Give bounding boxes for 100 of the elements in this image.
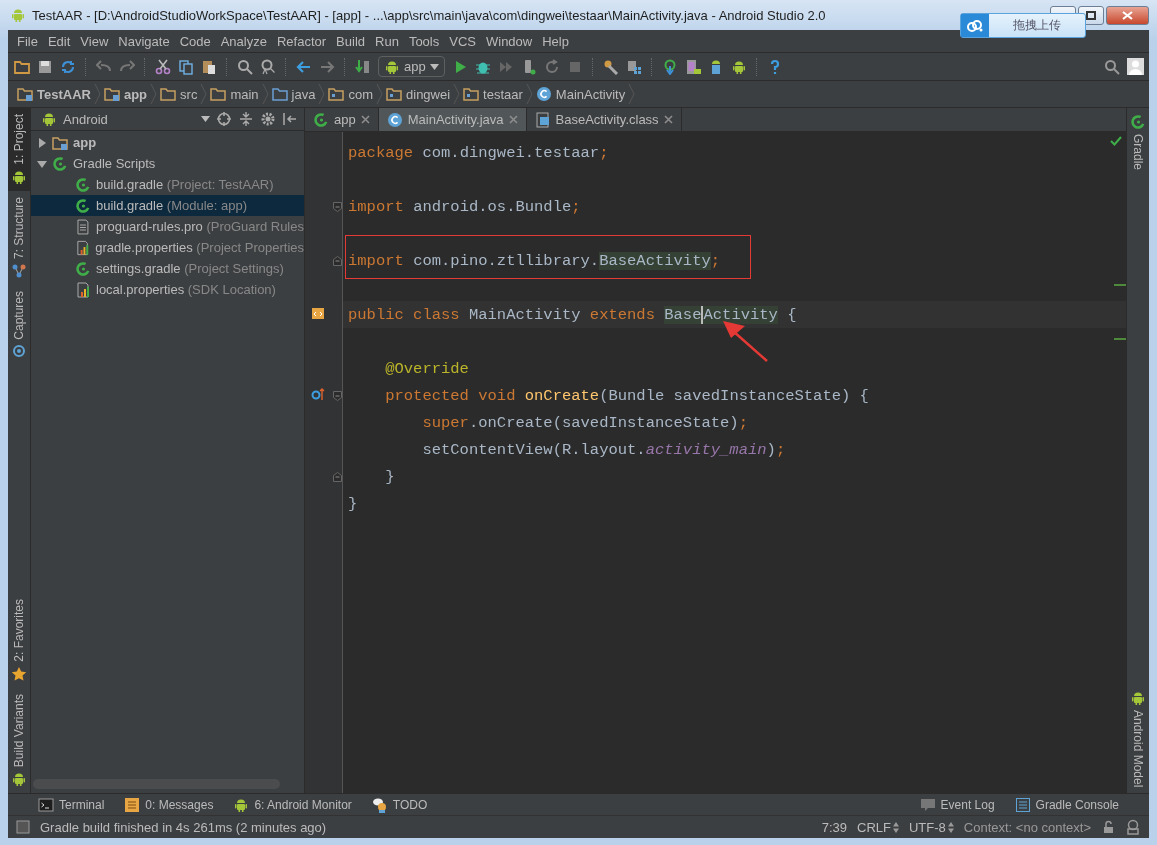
close-icon[interactable] [360,115,370,124]
panel-toggle-icon[interactable] [16,820,30,834]
menu-item[interactable]: VCS [444,33,481,49]
tree-item[interactable]: gradle.properties (Project Properties [31,237,304,258]
editor-tab[interactable]: MainActivity.java [378,108,527,131]
gradle-icon [75,197,91,214]
gradle-icon [1130,114,1146,130]
folder-icon [463,86,480,102]
breadcrumb-item[interactable]: src [157,86,201,102]
properties-file-icon [75,239,91,256]
collapsed-arrow-icon[interactable] [37,137,47,148]
hide-panel-icon[interactable] [282,111,298,127]
close-icon[interactable] [508,115,518,124]
tree-item[interactable]: local.properties (SDK Location) [31,279,304,300]
class-file-icon [534,111,551,128]
tree-item[interactable]: app [31,132,304,153]
tree-item[interactable]: build.gradle (Project: TestAAR) [31,174,304,195]
context-selector[interactable]: Context: <no context> [963,819,1091,835]
menu-item[interactable]: View [75,33,114,49]
tool-window-tab[interactable]: Android Model [1127,683,1149,793]
tree-item[interactable]: Gradle Scripts [31,153,304,174]
menu-item[interactable]: Window [480,33,538,49]
class-icon [535,86,552,102]
tool-window-tab[interactable]: 1: Project [8,108,30,191]
android-icon [11,771,27,787]
code-line: protected void onCreate(Bundle savedInstanceState) { [384,386,869,405]
tree-item[interactable]: proguard-rules.pro (ProGuard Rules [31,216,304,237]
view-selector[interactable]: Android [41,111,210,127]
close-icon [1122,11,1133,20]
user-avatar-icon[interactable] [1125,56,1145,77]
up-down-icon [892,821,899,833]
caret-icon [429,63,439,70]
folder-icon [271,86,288,102]
tool-window-tab[interactable]: Gradle Console [1014,796,1119,813]
folder-icon [17,86,33,102]
android-icon [41,111,57,127]
code-line: import android.os.Bundle; [348,197,581,216]
menu-item[interactable]: Edit [42,33,76,49]
tool-window-tab[interactable]: Captures [8,284,30,366]
breadcrumb-item[interactable]: testaar [460,86,526,102]
tool-window-tab[interactable]: Build Variants [8,687,30,793]
code-line: @Override [384,359,469,378]
upload-toast[interactable]: 拖拽上传 [960,13,1086,38]
tool-window-tab[interactable]: Event Log [919,796,995,813]
tool-window-tab[interactable]: 7: Structure [8,190,30,285]
caret-icon [201,116,210,122]
crosshair-icon[interactable] [216,111,232,127]
tool-window-tab[interactable]: TODO [371,796,428,813]
tree-item[interactable]: settings.gradle (Project Settings) [31,258,304,279]
close-button[interactable] [1106,6,1149,25]
menu-item[interactable]: Tools [403,33,445,49]
close-icon[interactable] [663,115,673,124]
tool-window-tab[interactable]: Gradle [1127,108,1149,177]
line-separator-selector[interactable]: CRLF [857,819,899,835]
settings-icon[interactable] [260,111,276,127]
lock-icon[interactable] [1101,820,1115,834]
captures-icon [11,343,27,360]
structure-icon [11,262,27,279]
breadcrumb-item[interactable]: MainActivity [532,86,629,102]
breadcrumb-item[interactable]: app [100,86,151,102]
menu-item[interactable]: Analyze [215,33,272,49]
class-icon [386,111,403,128]
menu-item[interactable]: Navigate [113,33,175,49]
window-title: TestAAR - [D:\AndroidStudioWorkSpace\TestAAR] - [app] - ...\app\src\main\java\com\dingwei\testaar\MainActivity.java - Android Studio 2.0 [32,7,826,23]
text-file-icon [75,218,91,235]
breadcrumb-item[interactable]: main [207,86,262,102]
menu-item[interactable]: Refactor [271,33,332,49]
messages-icon [124,796,141,813]
tool-window-tab[interactable]: 2: Favorites [8,593,30,688]
breadcrumb-item[interactable]: dingwei [383,86,454,102]
up-down-icon [947,821,954,833]
tool-window-tab[interactable]: 6: Android Monitor [233,796,352,813]
encoding-selector[interactable]: UTF-8 [908,819,954,835]
tree-item[interactable]: build.gradle (Module: app) [31,195,304,216]
terminal-icon [38,796,54,813]
folder-icon [328,86,345,102]
menu-item[interactable]: File [12,33,43,49]
tool-window-tab[interactable]: 0: Messages [124,796,214,813]
menu-item[interactable]: Help [537,33,574,49]
console-icon [1014,796,1031,813]
menu-item[interactable]: Build [331,33,370,49]
tool-window-tab[interactable]: Terminal [38,796,105,813]
speech-bubble-icon [919,796,936,813]
star-icon [11,665,27,682]
caret-position[interactable]: 7:39 [821,819,847,835]
android-icon [10,7,26,23]
breadcrumb-item[interactable]: java [268,86,319,102]
run-config-dropdown[interactable]: app [378,56,445,77]
inspector-icon[interactable] [1125,819,1141,835]
folder-icon [103,86,120,102]
expanded-arrow-icon[interactable] [37,158,47,169]
code-line: public class MainActivity extends BaseActivity { [348,305,797,324]
collapse-all-icon[interactable] [238,111,254,127]
breadcrumb-item[interactable]: com [325,86,376,102]
status-message: Gradle build finished in 4s 261ms (2 minutes ago) [40,819,327,835]
folder-icon [160,86,177,102]
breadcrumb-item[interactable]: TestAAR [14,86,94,102]
folder-icon [210,86,227,102]
menu-item[interactable]: Code [174,33,216,49]
menu-item[interactable]: Run [370,33,404,49]
